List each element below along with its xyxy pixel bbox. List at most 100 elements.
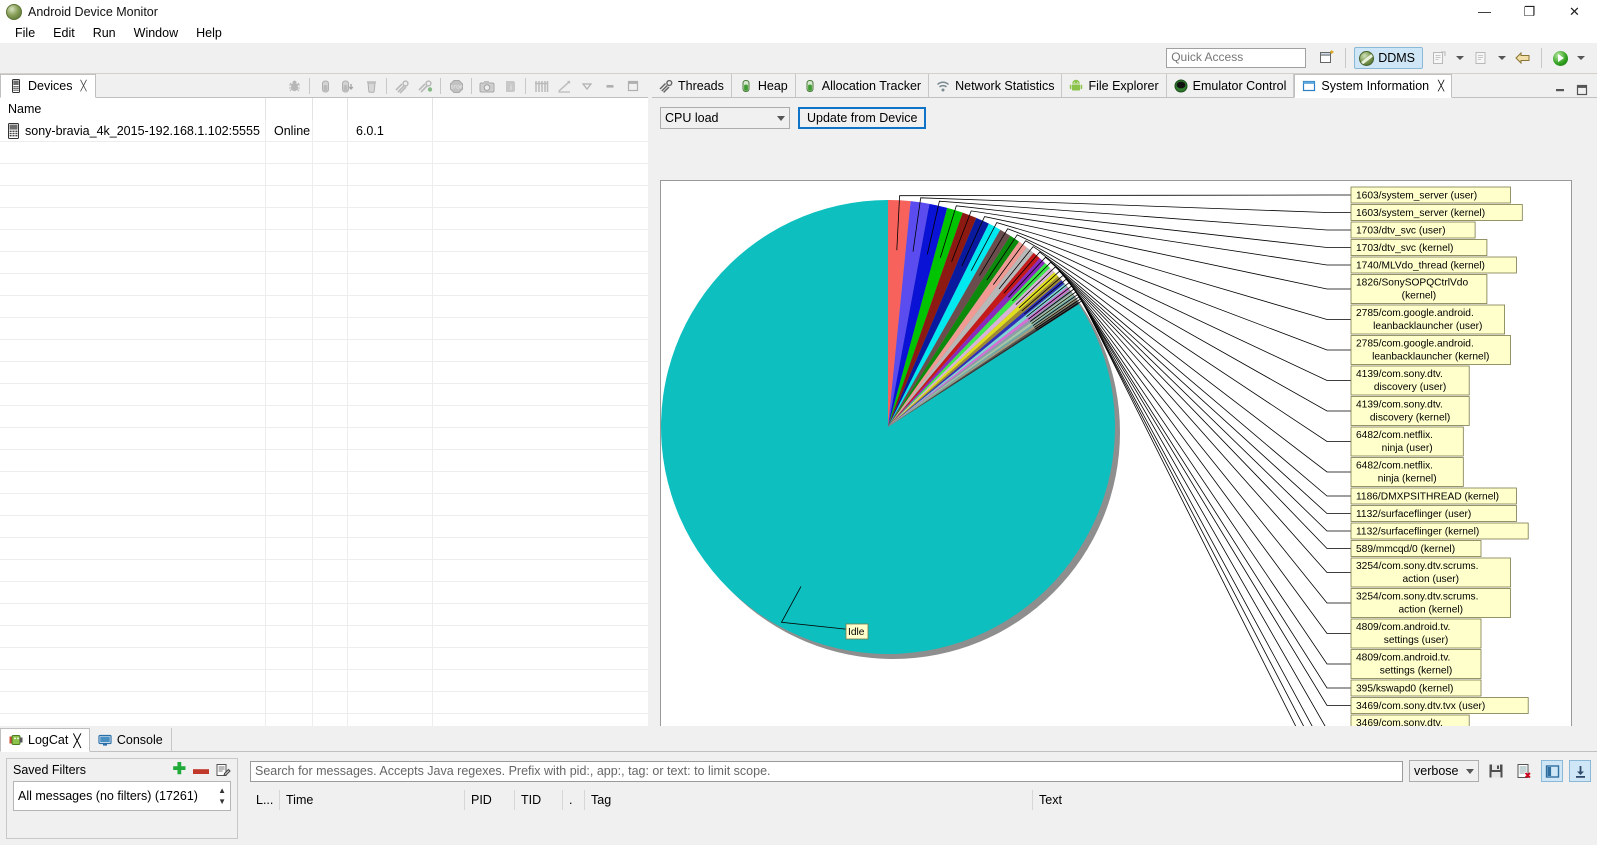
cause-gc-icon[interactable] [360,75,382,97]
tab-file-explorer[interactable]: File Explorer [1062,74,1166,97]
col-header-tag[interactable]: Tag [585,790,1033,810]
table-row-empty[interactable] [0,626,648,648]
menu-window[interactable]: Window [125,24,187,42]
table-row-empty[interactable] [0,692,648,714]
table-row-empty[interactable] [0,230,648,252]
clear-log-icon[interactable] [1513,760,1535,782]
metric-select[interactable]: CPU load [660,107,790,129]
table-row-empty[interactable] [0,472,648,494]
menu-edit[interactable]: Edit [44,24,84,42]
col-header-3[interactable] [313,98,348,120]
col-header-2[interactable] [266,98,313,120]
table-row-empty[interactable] [0,318,648,340]
run-chevron-down-icon[interactable] [1577,56,1585,60]
table-row-empty[interactable] [0,208,648,230]
table-row-empty[interactable] [0,604,648,626]
col-header-5[interactable] [433,98,648,120]
scroll-lock-icon[interactable] [1569,760,1591,782]
close-icon[interactable]: ╳ [1438,81,1444,92]
table-row-empty[interactable] [0,538,648,560]
scroll-spinner[interactable]: ▲▼ [218,786,226,806]
tab-logcat[interactable]: LogCat ╳ [0,728,90,752]
start-method-profiling-icon[interactable] [414,75,436,97]
plus-icon[interactable]: ✚ [173,765,186,775]
minimize-icon[interactable] [1553,83,1567,97]
dump-hprof-icon[interactable] [337,75,359,97]
tab-heap[interactable]: Heap [732,74,796,97]
dump-view-hierarchy-icon[interactable]: i [499,75,521,97]
run-as-icon[interactable] [1548,46,1572,70]
view-menu-icon[interactable] [576,75,598,97]
table-row-empty[interactable] [0,582,648,604]
minimize-button[interactable]: — [1462,0,1507,23]
table-row-empty[interactable] [0,560,648,582]
table-row-empty[interactable] [0,186,648,208]
screen-capture-icon[interactable] [476,75,498,97]
col-header-time[interactable]: Time [280,790,465,810]
capture-systrace-icon[interactable] [530,75,552,97]
menu-file[interactable]: File [6,24,44,42]
debug-bug-icon[interactable] [283,75,305,97]
tab-network-statistics[interactable]: Network Statistics [929,74,1062,97]
table-row-empty[interactable] [0,252,648,274]
table-row-empty[interactable] [0,406,648,428]
menu-help[interactable]: Help [187,24,231,42]
save-log-icon[interactable] [1485,760,1507,782]
tab-threads[interactable]: Threads [652,74,732,97]
search-input[interactable]: Search for messages. Accepts Java regexe… [250,761,1403,782]
col-header-name[interactable]: Name [0,98,266,120]
col-header-4[interactable] [348,98,433,120]
col-header-app[interactable]: . [563,790,585,810]
back-arrow-icon[interactable] [1511,46,1535,70]
table-row-empty[interactable] [0,142,648,164]
tab-system-information[interactable]: System Information ╳ [1294,74,1452,98]
open-perspective-icon[interactable] [1427,46,1451,70]
quick-access-input[interactable]: Quick Access [1166,48,1306,68]
col-header-level[interactable]: L... [250,790,280,810]
table-row[interactable]: sony-bravia_4k_2015-192.168.1.102:5555 O… [0,120,648,142]
open-perspective-chevron-down-icon[interactable] [1456,56,1464,60]
close-icon[interactable]: ╳ [80,81,86,92]
stop-process-icon[interactable]: STOP [445,75,467,97]
perspective-ddms-button[interactable]: DDMS [1354,47,1423,69]
table-row-empty[interactable] [0,384,648,406]
display-saved-log-icon[interactable] [1541,760,1563,782]
maximize-icon[interactable] [1575,83,1589,97]
new-perspective-icon[interactable] [1315,46,1339,70]
log-level-select[interactable]: verbose [1409,760,1479,782]
update-threads-icon[interactable] [391,75,413,97]
edit-filter-icon[interactable] [216,763,231,777]
table-row-empty[interactable] [0,296,648,318]
tab-console[interactable]: Console [90,728,172,751]
maximize-button[interactable]: ❐ [1507,0,1552,23]
update-heap-icon[interactable] [314,75,336,97]
update-from-device-button[interactable]: Update from Device [798,107,926,129]
minus-icon[interactable]: ▬ [193,765,209,775]
table-row-empty[interactable] [0,340,648,362]
col-header-tid[interactable]: TID [515,790,563,810]
col-header-text[interactable]: Text [1033,790,1591,810]
table-row-empty[interactable] [0,714,648,726]
table-row-empty[interactable] [0,494,648,516]
table-row-empty[interactable] [0,362,648,384]
table-row-empty[interactable] [0,648,648,670]
close-button[interactable]: ✕ [1552,0,1597,23]
filter-list-item[interactable]: All messages (no filters) (17261) ▲▼ [13,781,231,811]
minimize-icon[interactable] [599,75,621,97]
tab-emulator-control[interactable]: Emulator Control [1167,74,1295,97]
table-row-empty[interactable] [0,274,648,296]
restore-perspective-icon[interactable] [1469,46,1493,70]
tab-allocation-tracker[interactable]: Allocation Tracker [796,74,929,97]
table-row-empty[interactable] [0,516,648,538]
table-row-empty[interactable] [0,164,648,186]
restore-perspective-chevron-down-icon[interactable] [1498,56,1506,60]
tab-devices[interactable]: Devices ╳ [0,74,96,98]
col-header-pid[interactable]: PID [465,790,515,810]
table-row-empty[interactable] [0,670,648,692]
menu-run[interactable]: Run [84,24,125,42]
table-row-empty[interactable] [0,428,648,450]
close-icon[interactable]: ╳ [73,733,81,748]
maximize-icon[interactable] [622,75,644,97]
table-row-empty[interactable] [0,450,648,472]
reset-adb-icon[interactable] [553,75,575,97]
